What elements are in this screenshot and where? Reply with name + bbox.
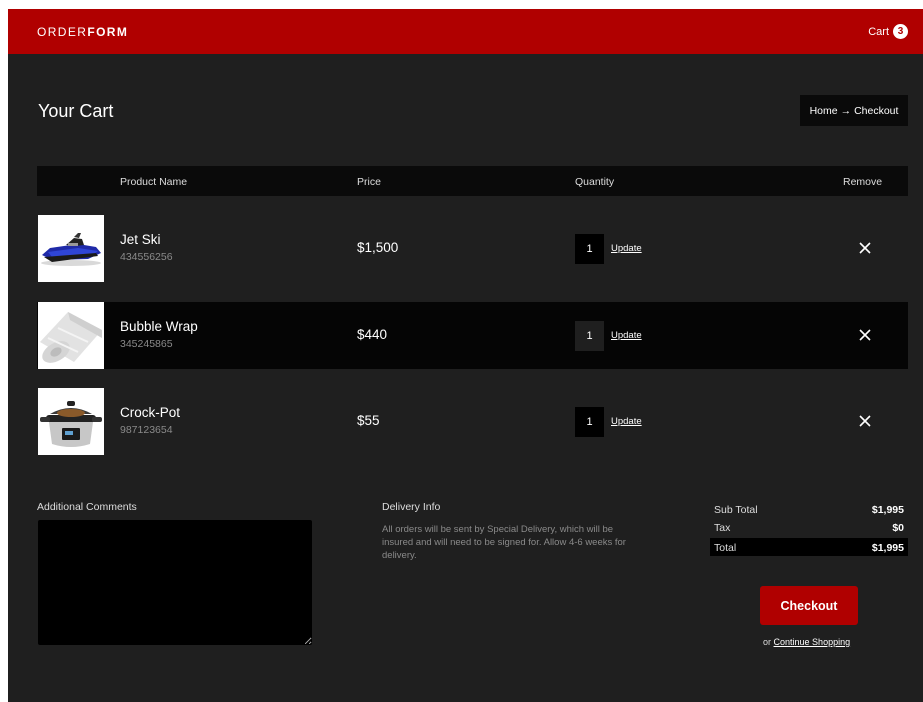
product-name: Bubble Wrap (120, 319, 198, 334)
quantity-input[interactable] (575, 407, 604, 437)
cart-label: Cart (868, 25, 889, 38)
comments-textarea[interactable] (38, 520, 312, 645)
comments-label: Additional Comments (37, 501, 137, 513)
continue-prefix: or (763, 637, 772, 647)
breadcrumb-current: Checkout (854, 104, 899, 117)
update-link[interactable]: Update (611, 243, 642, 254)
continue-shopping-link[interactable]: Continue Shopping (774, 637, 851, 647)
product-sku: 345245865 (120, 338, 173, 350)
page-title: Your Cart (38, 101, 114, 121)
breadcrumb-home[interactable]: Home (810, 105, 838, 117)
product-name: Crock-Pot (120, 405, 181, 420)
table-row: Crock-Pot 987123654 $55 Update (37, 388, 908, 455)
column-header-product: Product Name (120, 176, 188, 188)
product-price: $440 (357, 327, 388, 342)
column-header-quantity: Quantity (575, 176, 615, 188)
brand-logo[interactable]: ORDERFORM (37, 25, 128, 39)
column-header-remove: Remove (843, 176, 883, 188)
close-icon[interactable] (855, 411, 875, 431)
product-sku: 987123654 (120, 424, 173, 436)
tax-row: Tax $0 (710, 518, 908, 536)
total-row: Total $1,995 (710, 538, 908, 556)
jet-ski-image (38, 215, 104, 282)
bubble-wrap-image (38, 302, 104, 369)
product-sku: 434556256 (120, 251, 173, 263)
tax-value: $0 (892, 522, 904, 534)
checkout-button[interactable]: Checkout (760, 586, 858, 625)
brand-text-light: ORDER (37, 25, 88, 39)
continue-shopping: or Continue Shopping (763, 637, 850, 647)
app-frame: ORDERFORM Cart 3 Your Cart Home → Checko… (8, 9, 923, 702)
update-link[interactable]: Update (611, 416, 642, 427)
subtotal-label: Sub Total (714, 504, 758, 516)
crock-pot-image (38, 388, 104, 455)
product-name: Jet Ski (120, 232, 161, 247)
delivery-info-text: All orders will be sent by Special Deliv… (382, 524, 626, 561)
quantity-input[interactable] (575, 234, 604, 264)
product-price: $1,500 (357, 240, 399, 255)
product-price: $55 (357, 413, 380, 428)
table-row: Bubble Wrap 345245865 $440 Update (37, 302, 908, 369)
cart-button[interactable]: Cart 3 (868, 24, 908, 39)
delivery-info-title: Delivery Info (382, 501, 441, 513)
total-label: Total (714, 542, 737, 554)
brand-text-bold: FORM (87, 25, 129, 39)
subtotal-value: $1,995 (871, 504, 904, 516)
column-header-price: Price (357, 176, 381, 188)
table-row: Jet Ski 434556256 $1,500 Update (37, 215, 908, 282)
subtotal-row: Sub Total $1,995 (710, 500, 908, 518)
quantity-input[interactable] (575, 321, 604, 351)
tax-label: Tax (714, 522, 731, 534)
close-icon[interactable] (855, 238, 875, 258)
close-icon[interactable] (855, 325, 875, 345)
table-header: Product Name Price Quantity Remove (37, 166, 908, 196)
top-bar: ORDERFORM Cart 3 (8, 9, 923, 54)
breadcrumb-arrow-icon: → (840, 104, 852, 117)
breadcrumb: Home → Checkout (800, 95, 908, 126)
total-value: $1,995 (871, 542, 904, 554)
update-link[interactable]: Update (611, 330, 642, 341)
cart-count-badge: 3 (893, 24, 908, 39)
